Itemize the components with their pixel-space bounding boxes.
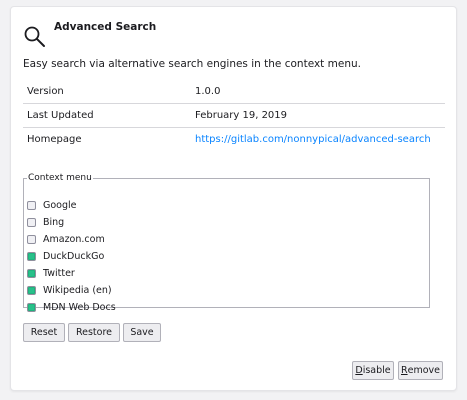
search-icon: [23, 25, 47, 49]
addon-title: Advanced Search: [54, 21, 157, 33]
option-label: Amazon.com: [43, 233, 105, 245]
option-label: DuckDuckGo: [43, 250, 105, 262]
homepage-link[interactable]: https://gitlab.com/nonnypical/advanced-s…: [195, 134, 431, 145]
checkbox-unchecked[interactable]: [27, 200, 36, 210]
checkbox-unchecked[interactable]: [27, 234, 36, 244]
info-label: Version: [27, 86, 64, 97]
info-value: 1.0.0: [195, 86, 221, 97]
info-row-homepage: Homepage https://gitlab.com/nonnypical/a…: [23, 128, 445, 151]
remove-button[interactable]: Remove: [398, 361, 443, 380]
option-label: Wikipedia (en): [43, 284, 112, 296]
info-value: February 19, 2019: [195, 110, 288, 121]
checkbox-checked[interactable]: [27, 251, 36, 261]
reset-button[interactable]: Reset: [23, 323, 65, 342]
addon-info-table: Version 1.0.0 Last Updated February 19, …: [23, 80, 445, 151]
option-google[interactable]: Google: [27, 197, 77, 213]
checkbox-checked[interactable]: [27, 285, 36, 295]
option-duckduckgo[interactable]: DuckDuckGo: [27, 248, 104, 264]
remove-accesskey: R: [401, 365, 408, 376]
restore-button[interactable]: Restore: [68, 323, 120, 342]
option-label: Bing: [43, 216, 65, 228]
context-menu-fieldset: Context menu Google Bing Amazon.com DuckDuc…: [23, 173, 430, 313]
option-wikipedia-en[interactable]: Wikipedia (en): [27, 282, 112, 298]
checkbox-checked[interactable]: [27, 268, 36, 278]
disable-button[interactable]: Disable: [352, 361, 394, 380]
option-amazon-com[interactable]: Amazon.com: [27, 231, 105, 247]
option-bing[interactable]: Bing: [27, 214, 64, 230]
info-row-last-updated: Last Updated February 19, 2019: [23, 104, 445, 128]
info-row-version: Version 1.0.0: [23, 80, 445, 104]
option-label: Google: [43, 199, 77, 211]
checkbox-unchecked[interactable]: [27, 217, 36, 227]
save-button[interactable]: Save: [123, 323, 161, 342]
option-mdn-web-docs[interactable]: MDN Web Docs: [27, 299, 116, 315]
context-menu-legend: Context menu: [28, 173, 92, 183]
disable-accesskey: D: [355, 365, 363, 376]
checkbox-checked[interactable]: [27, 302, 36, 312]
info-label: Homepage: [27, 134, 82, 145]
option-twitter[interactable]: Twitter: [27, 265, 75, 281]
option-label: Twitter: [43, 267, 75, 279]
disable-label: isable: [362, 365, 391, 376]
addon-details-card: Advanced Search Easy search via alternat…: [10, 6, 457, 391]
remove-label: emove: [407, 365, 440, 376]
addon-description: Easy search via alternative search engin…: [23, 58, 361, 70]
info-label: Last Updated: [27, 110, 94, 121]
option-label: MDN Web Docs: [43, 301, 116, 313]
